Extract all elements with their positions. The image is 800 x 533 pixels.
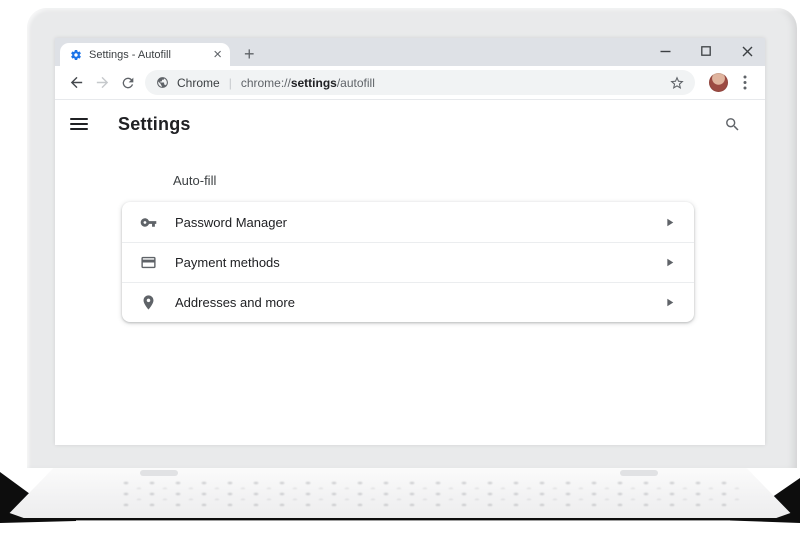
maximize-icon[interactable] [700, 45, 712, 57]
section-label: Auto-fill [173, 173, 217, 188]
settings-content: Auto-fill Password Manager Payment metho… [55, 148, 765, 445]
profile-avatar[interactable] [709, 73, 728, 92]
settings-gear-icon [70, 49, 82, 61]
tab-title: Settings - Autofill [89, 48, 171, 61]
keyboard-keys [115, 478, 747, 506]
page-title: Settings [118, 113, 191, 134]
url-host: settings [290, 75, 337, 90]
hinge-bump [620, 470, 658, 476]
browser-toolbar: Chrome | chrome://settings/autofill [55, 66, 765, 100]
window-controls [659, 38, 753, 64]
close-icon[interactable] [741, 45, 753, 57]
forward-arrow-icon[interactable] [89, 70, 115, 96]
key-icon [140, 214, 157, 231]
omnibox[interactable]: Chrome | chrome://settings/autofill [145, 70, 695, 95]
browser-window: Settings - Autofill × + Chrome | chrome:… [55, 38, 765, 445]
url-path: /autofill [336, 75, 375, 90]
row-label: Addresses and more [175, 295, 295, 310]
hinge-bump [140, 470, 178, 476]
omnibox-url[interactable]: chrome://settings/autofill [241, 76, 375, 90]
tab-settings-autofill[interactable]: Settings - Autofill × [60, 43, 230, 66]
settings-page: Settings Auto-fill Password Manager Paym… [55, 100, 765, 445]
row-addresses-and-more[interactable]: Addresses and more [122, 282, 694, 322]
three-dot-menu-icon[interactable] [735, 73, 755, 93]
search-icon[interactable] [724, 116, 741, 133]
reload-icon[interactable] [115, 70, 141, 96]
tab-strip: Settings - Autofill × + [55, 38, 765, 66]
autofill-card: Password Manager Payment methods Address… [122, 202, 694, 322]
row-password-manager[interactable]: Password Manager [122, 202, 694, 242]
url-scheme: chrome:// [240, 75, 291, 90]
star-icon[interactable] [669, 75, 685, 91]
laptop-mockup: Settings - Autofill × + Chrome | chrome:… [0, 0, 800, 533]
tab-close-icon[interactable]: × [213, 47, 222, 62]
right-arrow-icon [663, 256, 676, 269]
hamburger-icon[interactable] [70, 118, 88, 130]
credit-card-icon [140, 254, 157, 271]
omnibox-site-label: Chrome [177, 75, 220, 90]
right-arrow-icon [663, 296, 676, 309]
location-pin-icon [140, 294, 157, 311]
back-arrow-icon[interactable] [63, 70, 89, 96]
omnibox-separator: | [228, 75, 232, 90]
row-label: Payment methods [175, 255, 280, 270]
row-payment-methods[interactable]: Payment methods [122, 242, 694, 282]
globe-icon [156, 76, 169, 89]
right-arrow-icon [663, 216, 676, 229]
row-label: Password Manager [175, 214, 287, 230]
minimize-icon[interactable] [659, 45, 671, 57]
settings-header: Settings [55, 100, 765, 148]
new-tab-button[interactable]: + [244, 45, 255, 63]
